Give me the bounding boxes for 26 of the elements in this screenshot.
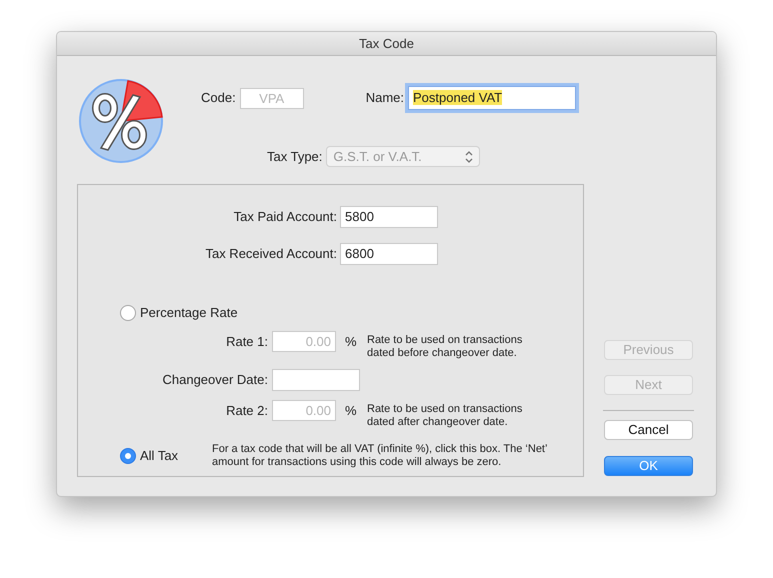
cancel-button[interactable]: Cancel [604, 420, 693, 440]
code-label: Code: [201, 89, 236, 108]
radio-button[interactable] [120, 304, 136, 321]
stepper-icon [465, 150, 474, 162]
account-field[interactable]: 5800 [340, 206, 438, 228]
rate-note: Rate to be used on transactions dated before changeover date. [367, 334, 524, 360]
window-title: Tax Code [359, 36, 414, 51]
unit-label: % [345, 332, 358, 350]
account-label: Tax Paid Account: [232, 208, 338, 226]
all-tax-note: For a tax code that will be all VAT (infinite %), click this box. The ‘Net’ amount for transactions using this code will always be zero. [212, 442, 548, 468]
radio-button[interactable] [120, 448, 136, 464]
name-label: Name: [366, 89, 404, 108]
all-tax-label: All Tax [140, 446, 178, 465]
account-field[interactable]: 6800 [340, 243, 438, 265]
rate-label: Rate 1: [225, 332, 269, 350]
unit-label: % [345, 402, 358, 420]
percent-pie-icon [78, 78, 164, 164]
name-field[interactable]: Postponed VAT [408, 86, 576, 110]
rate-note: Rate to be used on transactions dated after changeover date. [367, 402, 524, 428]
percentage-rate-label: Percentage Rate [140, 304, 238, 322]
account-label: Tax Received Account: [204, 245, 338, 264]
tax-type-label: Tax Type: [267, 148, 322, 166]
rate-label: Rate 2: [225, 402, 269, 420]
rate-label: Changeover Date: [161, 370, 269, 389]
date-field[interactable] [272, 368, 360, 390]
ok-button[interactable]: OK [604, 456, 693, 476]
